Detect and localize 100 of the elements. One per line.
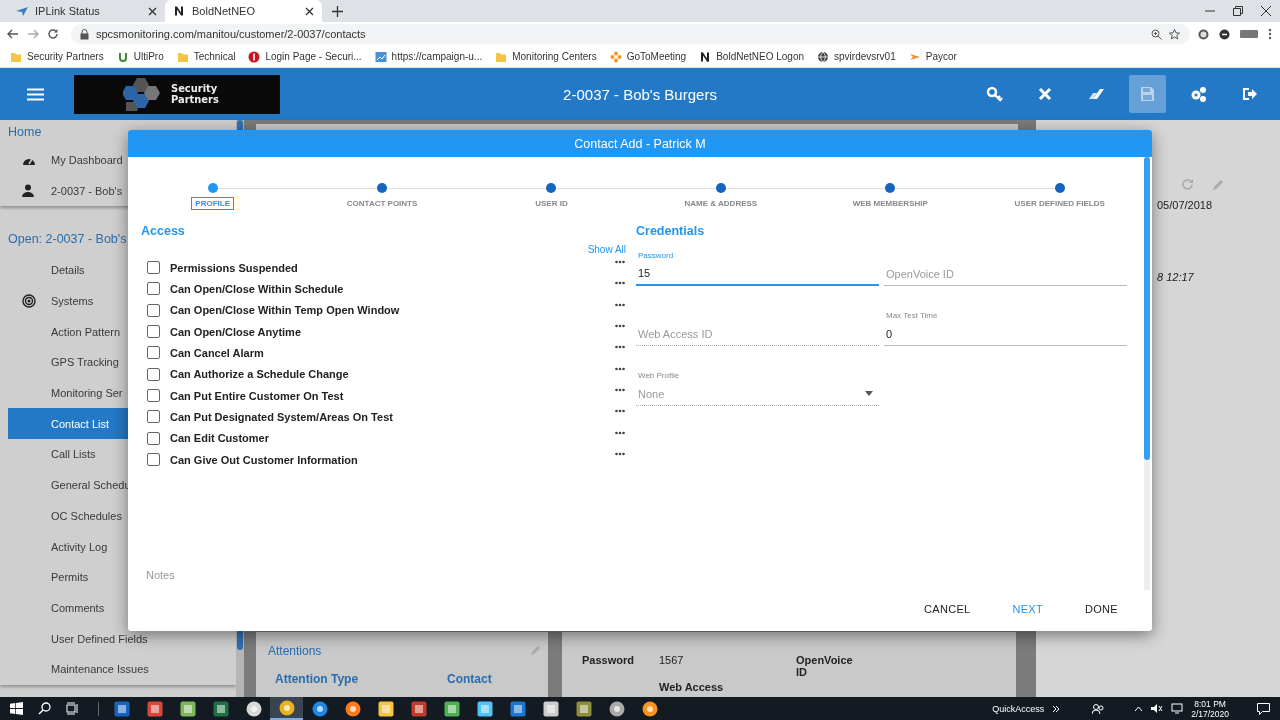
step-tab[interactable]: USER ID [531,197,572,210]
nav-item[interactable]: Monitoring Ser [8,377,128,409]
checkbox[interactable] [147,325,160,339]
nav-item[interactable]: OC Schedules [8,500,128,532]
permission-label: Can Put Designated System/Areas On Test [170,410,394,423]
close-icon[interactable] [148,6,157,16]
nav-item[interactable]: Maintenance Issues [8,653,149,685]
checkbox[interactable] [147,389,160,403]
nav-item[interactable]: Systems [8,285,128,317]
bookmark[interactable]: spvirdevsrv01 [817,50,896,63]
app-icon [113,700,130,717]
checkbox[interactable] [147,453,160,467]
clock[interactable]: 8:01 PM 2/17/2020 [1191,698,1229,719]
nav-item[interactable]: My Dashboard [8,144,128,175]
permission-label: Can Open/Close Within Schedule [170,283,345,295]
app-icon [377,700,394,717]
task-view-icon[interactable] [66,702,79,715]
step-tab[interactable]: USER DEFINED FIELDS [1010,197,1109,210]
nav-item[interactable]: Activity Log [8,531,128,562]
column-header: Attention Type [275,672,360,686]
more-icon[interactable] [615,302,625,307]
target-icon [22,294,36,309]
more-icon[interactable] [615,324,625,328]
step-tab[interactable]: CONTACT POINTS [342,197,422,210]
bookmark[interactable]: BoldNetNEO Logon [699,50,804,63]
field-label: OpenVoice ID [796,654,854,680]
chart-icon [374,50,387,63]
zoom-icon[interactable] [1151,28,1162,40]
dialog-button[interactable]: DONE [1069,595,1134,623]
nav-item[interactable]: Call Lists [8,439,128,470]
back-icon[interactable] [7,28,19,40]
address-bar[interactable]: spcsmonitoring.com/manitou/customer/2-0037/contacts [71,24,1190,44]
checkbox[interactable] [147,261,160,275]
more-icon[interactable] [615,260,625,264]
restore-icon[interactable] [1233,6,1243,16]
extension-icon[interactable] [1219,28,1230,40]
more-icon[interactable] [615,451,625,456]
network-icon[interactable] [1171,703,1184,714]
nav-item[interactable]: User Defined Fields [8,623,148,654]
browser-tab[interactable]: BoldNetNEO [165,0,322,22]
close-icon[interactable] [1261,6,1271,16]
bookmark[interactable]: https://campaign-u... [374,50,483,63]
input-field[interactable]: 0 [884,322,1127,346]
chevron-icon[interactable] [1052,704,1061,713]
more-icon[interactable] [615,387,625,392]
app-icon [641,700,658,717]
bookmark[interactable]: Security Partners [10,50,104,63]
permission-label: Can Open/Close Anytime [170,325,302,338]
more-icon[interactable] [615,281,625,286]
checkbox[interactable] [147,367,160,381]
step-tab[interactable]: WEB MEMBERSHIP [848,197,932,210]
bookmark[interactable]: Login Page - Securi... [248,50,362,63]
checkbox[interactable] [147,282,160,296]
windows-icon[interactable] [10,702,23,715]
plus-icon[interactable] [332,5,343,17]
taskbar-app[interactable] [270,697,303,720]
notes-field[interactable]: Notes [144,568,624,582]
field-label: Web Profile [637,370,681,382]
nav-item[interactable]: Permits [8,561,128,593]
permission-label: Can Give Out Customer Information [170,453,359,466]
nav-item[interactable]: Action Pattern [8,316,128,348]
bookmark[interactable]: GoToMeeting [609,50,687,63]
app-icon [344,700,361,717]
checkbox[interactable] [147,410,160,424]
speaker-icon[interactable] [1151,703,1164,714]
search-icon[interactable] [38,702,51,715]
close-icon[interactable] [305,6,314,16]
more-icon[interactable] [615,366,625,371]
people-icon[interactable] [1092,702,1105,715]
star-icon[interactable] [1169,28,1180,40]
extension-icon[interactable] [1198,28,1209,40]
nav-item[interactable]: 2-0037 - Bob's [8,175,128,206]
reload-icon[interactable] [47,28,59,40]
bookmark[interactable]: UltiPro [116,50,164,63]
bookmark[interactable]: Monitoring Centers [495,50,597,63]
browser-tab[interactable]: IPLink Status [8,0,165,22]
checkbox[interactable] [147,303,160,317]
nav-item[interactable]: Details [8,255,128,286]
bookmark[interactable]: Paycor [908,50,957,63]
input-field[interactable]: 15 [636,262,879,286]
nav-item[interactable]: GPS Tracking [8,347,128,378]
more-icon[interactable] [615,409,625,414]
notification-icon[interactable] [1257,702,1270,715]
checkbox[interactable] [147,431,160,445]
checkbox[interactable] [147,346,160,360]
bookmark[interactable]: Technical [176,50,236,63]
dialog-button[interactable]: CANCEL [908,595,987,623]
caret-up-icon[interactable] [1134,705,1144,712]
nav-item[interactable]: Comments [8,592,128,624]
save-icon [1139,85,1156,103]
more-icon[interactable] [615,430,625,435]
menu-icon[interactable] [1268,28,1272,40]
app-icon [410,700,427,717]
permission-label: Can Authorize a Schedule Change [170,368,350,381]
more-icon[interactable] [615,345,625,350]
app-icon [443,700,460,717]
step-tab[interactable]: NAME & ADDRESS [680,197,762,210]
menu-icon[interactable] [27,87,44,101]
nav-item[interactable]: Contact List [8,408,128,440]
input-field[interactable]: OpenVoice ID [884,262,1127,286]
